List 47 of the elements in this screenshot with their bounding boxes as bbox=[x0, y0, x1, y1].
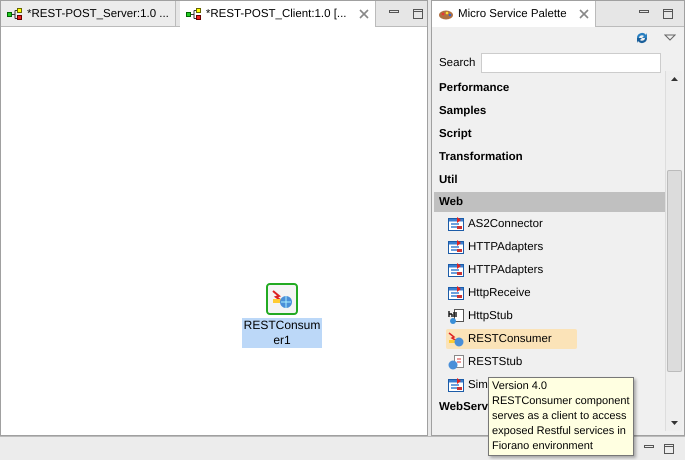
component-icon bbox=[448, 238, 464, 254]
tooltip-text: exposed Restful services in bbox=[492, 424, 627, 439]
scroll-up-icon[interactable] bbox=[670, 77, 678, 81]
tooltip-text: Version 4.0 bbox=[492, 379, 548, 394]
maximize-icon[interactable] bbox=[662, 8, 674, 20]
palette-icon bbox=[438, 8, 454, 20]
palette-item[interactable]: RESTConsumer bbox=[446, 328, 577, 348]
close-icon[interactable] bbox=[578, 9, 589, 19]
close-icon[interactable] bbox=[358, 9, 368, 19]
palette-item[interactable]: HttpReceive bbox=[446, 282, 535, 302]
palette-item[interactable]: AS2Connector bbox=[446, 214, 547, 234]
rest-consumer-icon bbox=[271, 288, 293, 310]
editor-tab[interactable]: *REST-POST_Client:1.0 [... bbox=[180, 1, 376, 27]
palette-item[interactable]: HTTPAdapters bbox=[446, 260, 548, 280]
palette-category[interactable]: Script bbox=[434, 123, 665, 146]
flow-icon bbox=[186, 8, 202, 20]
rest-stub-icon bbox=[448, 354, 464, 370]
component-icon bbox=[448, 262, 464, 278]
rest-consumer-icon bbox=[448, 330, 464, 346]
search-label: Search bbox=[439, 57, 476, 69]
palette-tab[interactable]: Micro Service Palette bbox=[432, 1, 596, 27]
http-stub-icon bbox=[448, 308, 464, 324]
search-field[interactable] bbox=[481, 53, 661, 73]
palette-item[interactable]: RESTStub bbox=[446, 352, 526, 372]
node-label: RESTConsumer1 bbox=[242, 318, 322, 348]
palette-item[interactable]: HTTPAdapters bbox=[446, 236, 548, 256]
tooltip-text: Fiorano environment bbox=[492, 439, 594, 454]
component-icon bbox=[448, 284, 464, 300]
refresh-icon[interactable] bbox=[634, 30, 650, 46]
component-icon bbox=[448, 376, 464, 392]
tooltip-text: RESTConsumer component bbox=[492, 394, 630, 409]
palette-category[interactable]: Util bbox=[434, 169, 665, 192]
scroll-down-icon[interactable] bbox=[670, 421, 678, 425]
editor-tab[interactable]: *REST-POST_Server:1.0 ... bbox=[1, 1, 176, 26]
palette-category[interactable]: Performance bbox=[434, 77, 665, 100]
tooltip-text: serves as a client to access bbox=[492, 409, 628, 424]
maximize-icon[interactable] bbox=[412, 8, 424, 20]
palette-category[interactable]: Transformation bbox=[434, 146, 665, 169]
palette-item[interactable]: Sim bbox=[446, 374, 492, 394]
palette-category[interactable]: Samples bbox=[434, 100, 665, 123]
rest-consumer-node[interactable] bbox=[266, 283, 298, 315]
maximize-icon[interactable] bbox=[663, 442, 675, 454]
palette-item[interactable]: HttpStub bbox=[446, 306, 517, 326]
dropdown-icon[interactable] bbox=[664, 34, 676, 42]
flow-icon bbox=[7, 8, 23, 20]
palette-category[interactable]: Web bbox=[434, 192, 665, 212]
component-icon bbox=[448, 216, 464, 232]
